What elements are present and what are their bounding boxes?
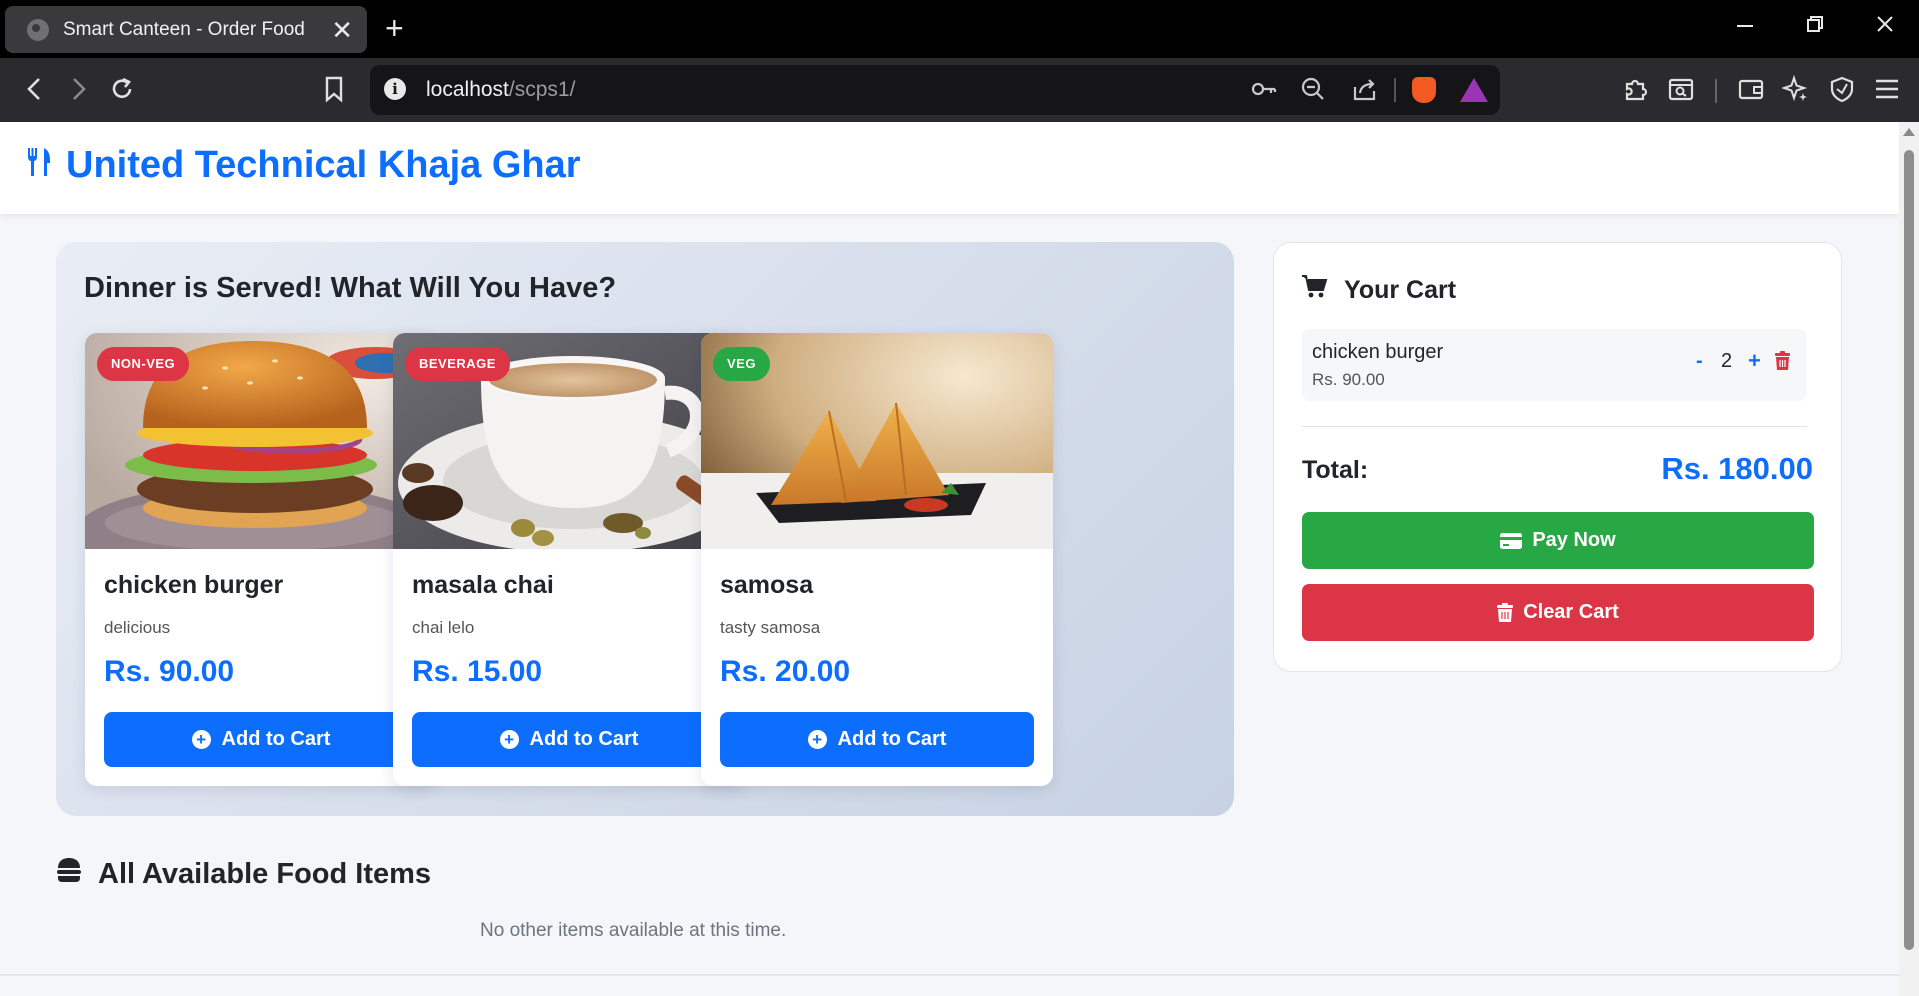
vpn-icon[interactable] [1828, 75, 1856, 107]
url-text[interactable]: localhost/scps1/ [426, 78, 575, 102]
minimize-icon[interactable] [1735, 12, 1755, 42]
menu-icon[interactable] [1874, 75, 1900, 107]
add-to-cart-label: Add to Cart [837, 728, 947, 750]
reload-icon[interactable] [108, 75, 136, 107]
cart-icon [1302, 275, 1328, 306]
category-badge: NON-VEG [97, 347, 190, 381]
category-badge: BEVERAGE [405, 347, 510, 381]
food-name: samosa [720, 571, 814, 599]
browser-tab-strip: Smart Canteen - Order Food ✕ + [0, 0, 1919, 58]
clear-cart-button[interactable]: Clear Cart [1302, 584, 1814, 641]
globe-icon [27, 18, 49, 41]
masala-chai-photo: BEVERAGE [393, 333, 745, 549]
brave-shields-icon[interactable] [1412, 77, 1436, 103]
close-icon[interactable] [1875, 12, 1895, 42]
cart-item-qty: 2 [1721, 350, 1733, 372]
plus-circle-icon: + [499, 730, 519, 749]
cart-panel: Your Cart chicken burger Rs. 90.00 - 2 +… [1273, 242, 1842, 672]
category-badge: VEG [713, 347, 770, 381]
new-tab-button[interactable]: + [385, 12, 404, 44]
add-to-cart-label: Add to Cart [221, 728, 331, 750]
food-price: Rs. 20.00 [720, 655, 851, 688]
trash-icon [1497, 603, 1514, 622]
restore-icon[interactable] [1805, 12, 1825, 42]
address-bar[interactable]: i localhost/scps1/ [370, 65, 1500, 115]
scroll-thumb[interactable] [1904, 150, 1914, 950]
site-navbar: United Technical Khaja Ghar [0, 122, 1899, 214]
extensions-icon[interactable] [1622, 75, 1650, 107]
reader-mode-icon[interactable] [1667, 75, 1695, 107]
food-card: NON-VEG chicken burger delicious Rs. 90.… [85, 333, 437, 786]
brand-name: United Technical Khaja Ghar [66, 144, 581, 186]
footer-divider [0, 974, 1899, 976]
zoom-out-icon[interactable] [1300, 76, 1326, 107]
leo-ai-icon[interactable] [1780, 74, 1810, 107]
food-price: Rs. 15.00 [412, 655, 543, 688]
add-to-cart-button[interactable]: + Add to Cart [412, 712, 726, 767]
plus-circle-icon: + [191, 730, 211, 749]
total-label: Total: [1302, 456, 1369, 484]
chicken-burger-photo: NON-VEG [85, 333, 437, 549]
url-separator [1394, 78, 1396, 102]
cart-item-name: chicken burger [1312, 341, 1444, 363]
all-items-heading: All Available Food Items [56, 857, 431, 891]
cart-item: chicken burger Rs. 90.00 - 2 + [1302, 329, 1807, 401]
food-name: chicken burger [104, 571, 284, 599]
tab-close-icon[interactable]: ✕ [331, 17, 353, 43]
all-items-title: All Available Food Items [98, 857, 432, 890]
utensils-icon [26, 146, 52, 186]
scroll-up-arrow[interactable] [1903, 128, 1915, 136]
food-description: chai lelo [412, 618, 475, 637]
total-value: Rs. 180.00 [1661, 451, 1813, 486]
pay-now-label: Pay Now [1532, 529, 1616, 551]
bookmark-icon[interactable] [323, 75, 345, 107]
empty-items-message: No other items available at this time. [480, 920, 787, 941]
samosa-photo: VEG [701, 333, 1053, 549]
decrease-qty-button[interactable]: - [1696, 350, 1703, 373]
plus-circle-icon: + [807, 730, 827, 749]
add-to-cart-button[interactable]: + Add to Cart [104, 712, 418, 767]
brand-link[interactable]: United Technical Khaja Ghar [26, 144, 581, 187]
credit-card-icon [1500, 532, 1523, 550]
featured-title: Dinner is Served! What Will You Have? [84, 272, 617, 304]
add-to-cart-button[interactable]: + Add to Cart [720, 712, 1034, 767]
browser-tab[interactable]: Smart Canteen - Order Food ✕ [5, 6, 367, 53]
wallet-icon[interactable] [1737, 75, 1765, 107]
site-info-icon[interactable]: i [384, 78, 406, 100]
cart-divider [1302, 426, 1807, 427]
brave-rewards-icon[interactable] [1460, 78, 1488, 102]
cart-title: Your Cart [1344, 276, 1457, 304]
toolbar-separator [1715, 79, 1717, 103]
page-content: United Technical Khaja Ghar Dinner is Se… [0, 122, 1899, 996]
add-to-cart-label: Add to Cart [529, 728, 639, 750]
food-card: VEG samosa tasty samosa Rs. 20.00 + Add … [701, 333, 1053, 786]
forward-icon[interactable] [65, 75, 91, 107]
food-card: BEVERAGE masala chai chai lelo Rs. 15.00… [393, 333, 745, 786]
increase-qty-button[interactable]: + [1748, 348, 1761, 374]
trash-icon[interactable] [1774, 351, 1791, 376]
hamburger-icon [56, 857, 82, 891]
food-description: tasty samosa [720, 618, 821, 637]
food-description: delicious [104, 618, 171, 637]
featured-section: Dinner is Served! What Will You Have? NO… [56, 242, 1234, 816]
pay-now-button[interactable]: Pay Now [1302, 512, 1814, 569]
share-icon[interactable] [1352, 76, 1378, 107]
tab-title: Smart Canteen - Order Food [63, 18, 305, 40]
key-icon[interactable] [1250, 76, 1278, 107]
cart-item-price: Rs. 90.00 [1312, 370, 1385, 389]
food-price: Rs. 90.00 [104, 655, 235, 688]
food-name: masala chai [412, 571, 554, 599]
cart-heading: Your Cart [1302, 275, 1456, 306]
browser-toolbar: i localhost/scps1/ [0, 58, 1919, 122]
clear-cart-label: Clear Cart [1523, 601, 1619, 623]
page-scrollbar[interactable] [1899, 122, 1919, 996]
back-icon[interactable] [22, 75, 48, 107]
